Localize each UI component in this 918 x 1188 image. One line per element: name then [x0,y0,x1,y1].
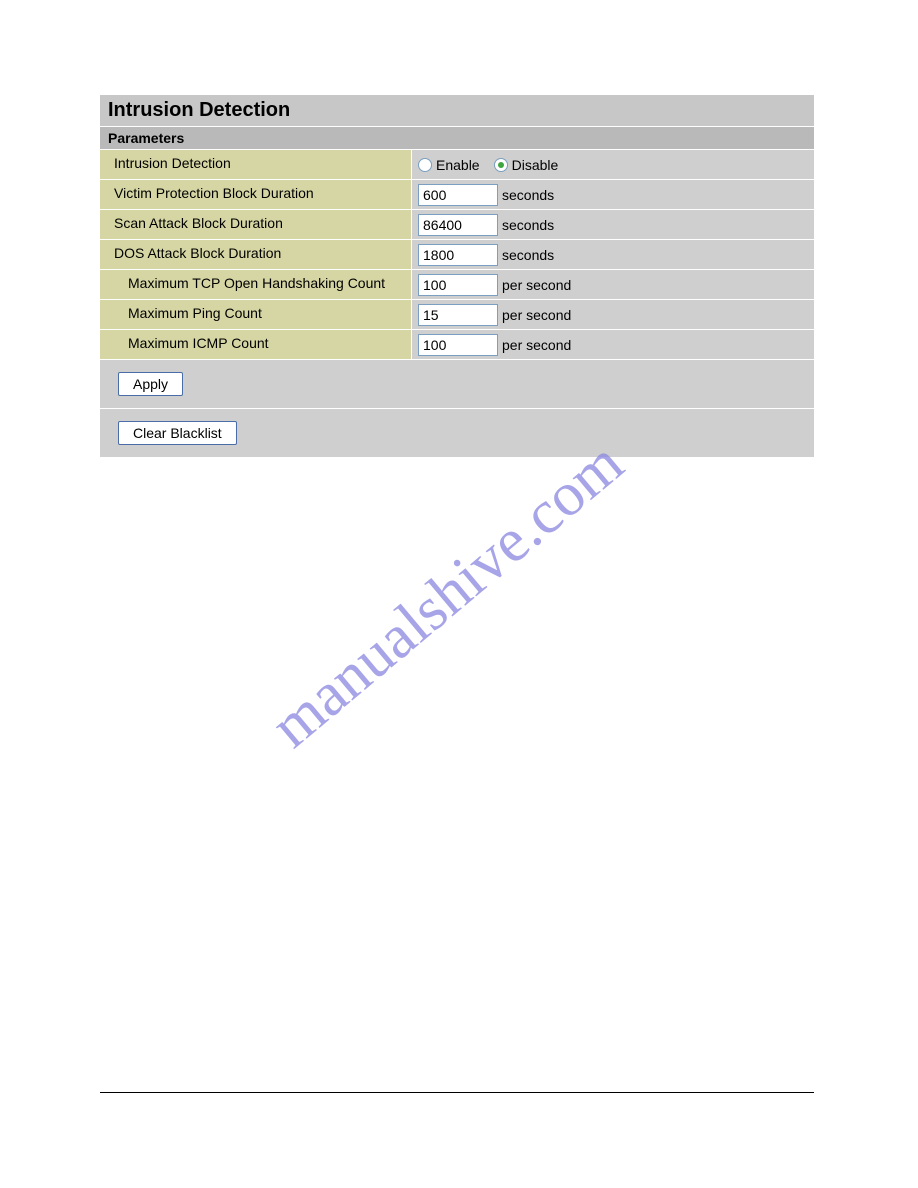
apply-button[interactable]: Apply [118,372,183,396]
unit-scan-attack: seconds [502,217,554,233]
label-max-tcp: Maximum TCP Open Handshaking Count [100,270,412,299]
input-victim-protection[interactable] [418,184,498,206]
row-victim-protection: Victim Protection Block Duration seconds [100,180,814,210]
value-max-icmp: per second [412,330,814,359]
unit-dos-attack: seconds [502,247,554,263]
unit-victim-protection: seconds [502,187,554,203]
clear-blacklist-button[interactable]: Clear Blacklist [118,421,237,445]
unit-max-tcp: per second [502,277,571,293]
value-dos-attack: seconds [412,240,814,269]
input-dos-attack[interactable] [418,244,498,266]
section-header: Parameters [100,127,814,150]
label-intrusion-detection: Intrusion Detection [100,150,412,179]
radio-enable-label: Enable [436,157,480,173]
label-victim-protection: Victim Protection Block Duration [100,180,412,209]
input-max-tcp[interactable] [418,274,498,296]
value-max-ping: per second [412,300,814,329]
row-dos-attack: DOS Attack Block Duration seconds [100,240,814,270]
label-scan-attack: Scan Attack Block Duration [100,210,412,239]
radio-enable[interactable] [418,158,432,172]
value-victim-protection: seconds [412,180,814,209]
watermark-text: manualshive.com [258,429,635,761]
footer-divider [100,1092,814,1093]
row-scan-attack: Scan Attack Block Duration seconds [100,210,814,240]
row-intrusion-detection: Intrusion Detection Enable Disable [100,150,814,180]
value-max-tcp: per second [412,270,814,299]
row-max-ping: Maximum Ping Count per second [100,300,814,330]
label-max-icmp: Maximum ICMP Count [100,330,412,359]
apply-row: Apply [100,360,814,409]
label-max-ping: Maximum Ping Count [100,300,412,329]
clear-blacklist-row: Clear Blacklist [100,409,814,457]
label-dos-attack: DOS Attack Block Duration [100,240,412,269]
radio-disable[interactable] [494,158,508,172]
value-intrusion-detection: Enable Disable [412,150,814,179]
page-title: Intrusion Detection [100,95,814,127]
value-scan-attack: seconds [412,210,814,239]
intrusion-detection-panel: Intrusion Detection Parameters Intrusion… [100,95,814,457]
row-max-tcp: Maximum TCP Open Handshaking Count per s… [100,270,814,300]
radio-enable-wrap[interactable]: Enable [418,157,480,173]
radio-disable-label: Disable [512,157,559,173]
input-max-icmp[interactable] [418,334,498,356]
input-scan-attack[interactable] [418,214,498,236]
radio-disable-wrap[interactable]: Disable [494,157,559,173]
input-max-ping[interactable] [418,304,498,326]
row-max-icmp: Maximum ICMP Count per second [100,330,814,360]
unit-max-ping: per second [502,307,571,323]
unit-max-icmp: per second [502,337,571,353]
